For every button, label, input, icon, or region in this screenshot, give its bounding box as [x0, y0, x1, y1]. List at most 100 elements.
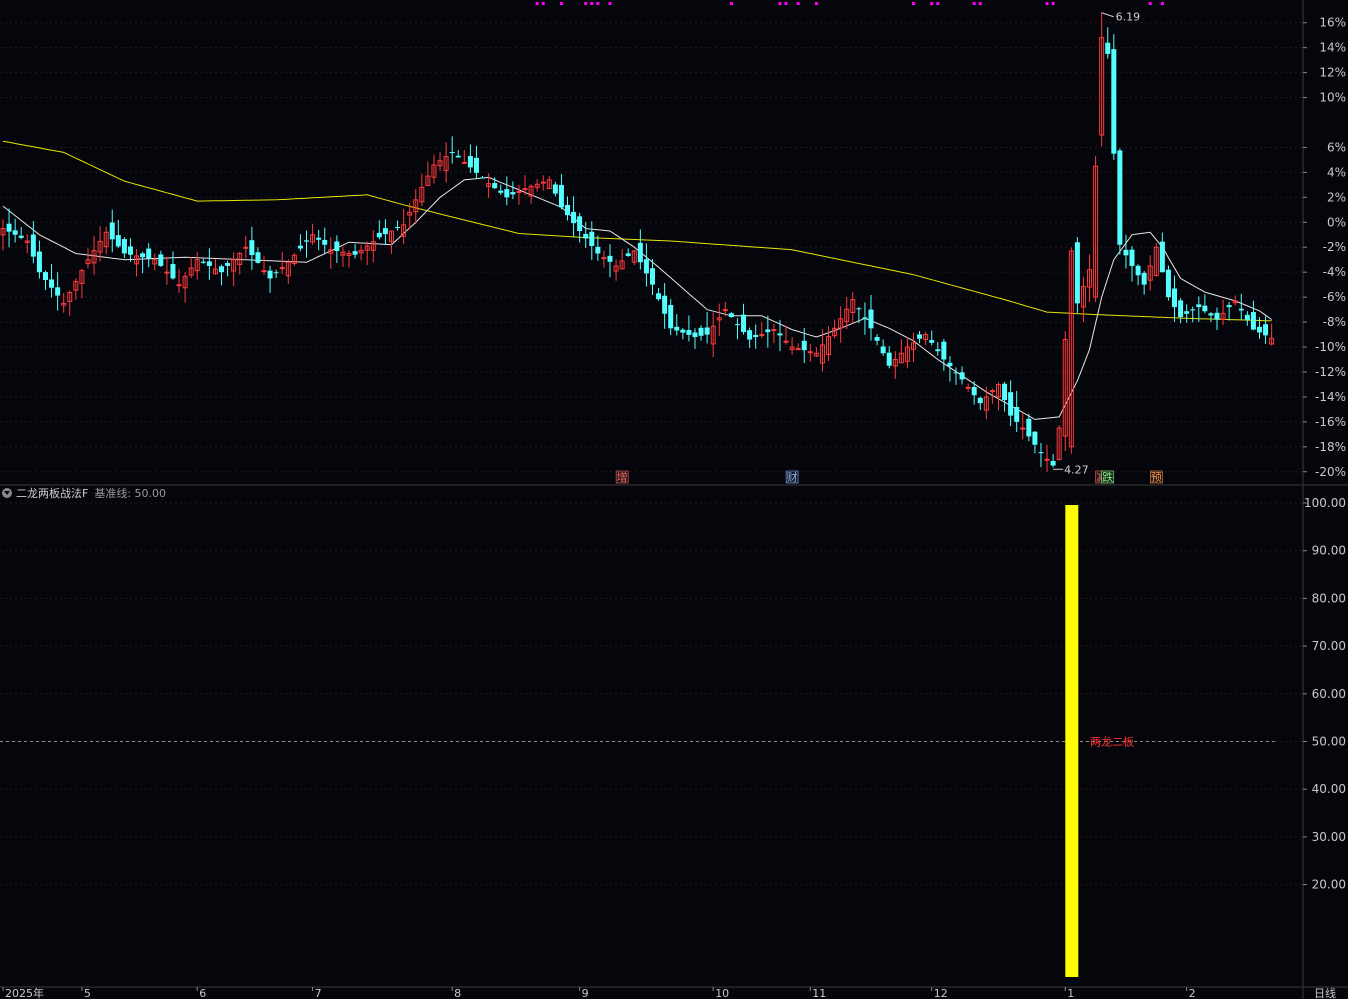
top-signal-marker: [972, 2, 976, 5]
candle-body: [1038, 452, 1044, 454]
candle-body: [322, 239, 328, 245]
y-tick-label: 12%: [1319, 66, 1346, 80]
candle-body: [941, 341, 947, 360]
price-axis-labels: 16% 14% 12% 10% 6% 4% 2% 0% -2% -4% -6% -8% -10% -12%…: [1303, 16, 1346, 479]
candle-body: [273, 272, 279, 274]
candle-body: [649, 268, 655, 285]
candle-body: [1135, 265, 1141, 276]
event-marker[interactable]: 预: [1150, 470, 1163, 484]
event-marker-label: 跌: [1102, 470, 1113, 484]
event-marker[interactable]: 跌: [1101, 470, 1115, 484]
candle-body: [255, 252, 261, 263]
y-tick-label: 90.00: [1312, 544, 1346, 558]
candle-body: [164, 271, 170, 274]
y-tick-label: 2%: [1327, 190, 1346, 204]
top-signal-marker: [1160, 2, 1164, 5]
top-signal-marker: [541, 2, 545, 5]
candle-body: [1044, 458, 1050, 461]
candle-body: [12, 230, 18, 235]
candle-body: [1178, 300, 1184, 318]
x-tick-label: 11: [812, 987, 826, 999]
y-tick-label: 40.00: [1312, 782, 1346, 796]
indicator-bars[interactable]: [1065, 505, 1079, 977]
candle-body: [1111, 49, 1117, 154]
candle-body: [874, 337, 880, 341]
candle-body: [698, 327, 704, 336]
indicator-title-bar[interactable]: 二龙两板战法F 基准线: 50.00: [0, 486, 166, 500]
candle-body: [783, 340, 789, 343]
x-tick-label: 7: [315, 987, 322, 999]
top-signal-marker: [930, 2, 934, 5]
candle-body: [109, 222, 115, 240]
candle-body: [261, 270, 267, 273]
y-tick-label: -18%: [1315, 440, 1346, 454]
candle-body: [1050, 460, 1056, 466]
candle-body: [170, 263, 176, 279]
top-signal-marker: [559, 2, 563, 5]
y-tick-label: -8%: [1323, 315, 1346, 329]
collapse-toggle-icon[interactable]: [2, 488, 12, 498]
candle-body: [146, 248, 152, 259]
candle-body: [759, 334, 765, 337]
candlestick-series[interactable]: [0, 12, 1275, 472]
candle-body: [1190, 309, 1196, 311]
event-marker[interactable]: 增: [615, 470, 629, 484]
candle-body: [680, 329, 686, 333]
candle-body: [1008, 392, 1014, 416]
candle-body: [886, 352, 892, 366]
y-tick-label: 10%: [1319, 91, 1346, 105]
candle-body: [692, 332, 698, 338]
candle-body: [741, 314, 747, 333]
top-signal-marker: [729, 2, 733, 5]
x-tick-label: 2025年: [5, 986, 44, 999]
candle-body: [18, 235, 24, 238]
candle-body: [656, 293, 662, 300]
candle-body: [1172, 288, 1178, 308]
indicator-name: 二龙两板战法F: [16, 487, 89, 500]
candle-body: [395, 227, 401, 229]
candle-body: [1263, 324, 1269, 336]
y-tick-label: -10%: [1315, 340, 1346, 354]
x-tick-label: 6: [199, 987, 206, 999]
y-tick-label: 20.00: [1312, 878, 1346, 892]
candle-body: [1123, 249, 1129, 256]
y-tick-label: 4%: [1327, 165, 1346, 179]
candle-body: [6, 223, 12, 232]
candle-body: [668, 304, 674, 329]
candle-body: [352, 251, 358, 255]
candle-body: [856, 308, 862, 310]
candle-body: [243, 246, 249, 249]
candle-body: [267, 270, 273, 279]
y-tick-label: 6%: [1327, 140, 1346, 154]
period-label[interactable]: 日线: [1314, 986, 1336, 999]
candle-body: [971, 386, 977, 396]
candle-body: [42, 272, 48, 280]
candle-body: [577, 216, 583, 232]
y-tick-label: 16%: [1319, 16, 1346, 30]
candle-body: [734, 324, 740, 326]
top-signal-marker: [814, 2, 818, 5]
candle-body: [777, 333, 783, 336]
candle-body: [304, 240, 309, 242]
candle-body: [753, 334, 759, 338]
annotation-pointer: [1101, 12, 1114, 18]
candle-body: [455, 155, 461, 158]
event-marker[interactable]: 财: [785, 470, 799, 484]
candle-body: [868, 309, 874, 329]
candle-body: [473, 157, 479, 173]
y-tick-label: 80.00: [1312, 591, 1346, 605]
candle-body: [176, 284, 182, 287]
candle-body: [704, 327, 710, 335]
candle-body: [522, 188, 528, 191]
stock-chart[interactable]: 6.194.27 增财减跌预 16%14%12%10%6%4%2%0%-2%-4…: [0, 0, 1348, 999]
candle-body: [747, 330, 753, 340]
indicator-bar[interactable]: [1065, 505, 1079, 977]
candle-body: [297, 245, 303, 249]
candle-body: [1032, 431, 1038, 445]
top-signal-marker: [978, 2, 982, 5]
price-annotations: 6.19 4.27: [1053, 11, 1140, 476]
candle-body: [480, 177, 486, 179]
candle-body: [674, 326, 680, 331]
candle-body: [158, 254, 164, 266]
candle-body: [625, 253, 631, 256]
